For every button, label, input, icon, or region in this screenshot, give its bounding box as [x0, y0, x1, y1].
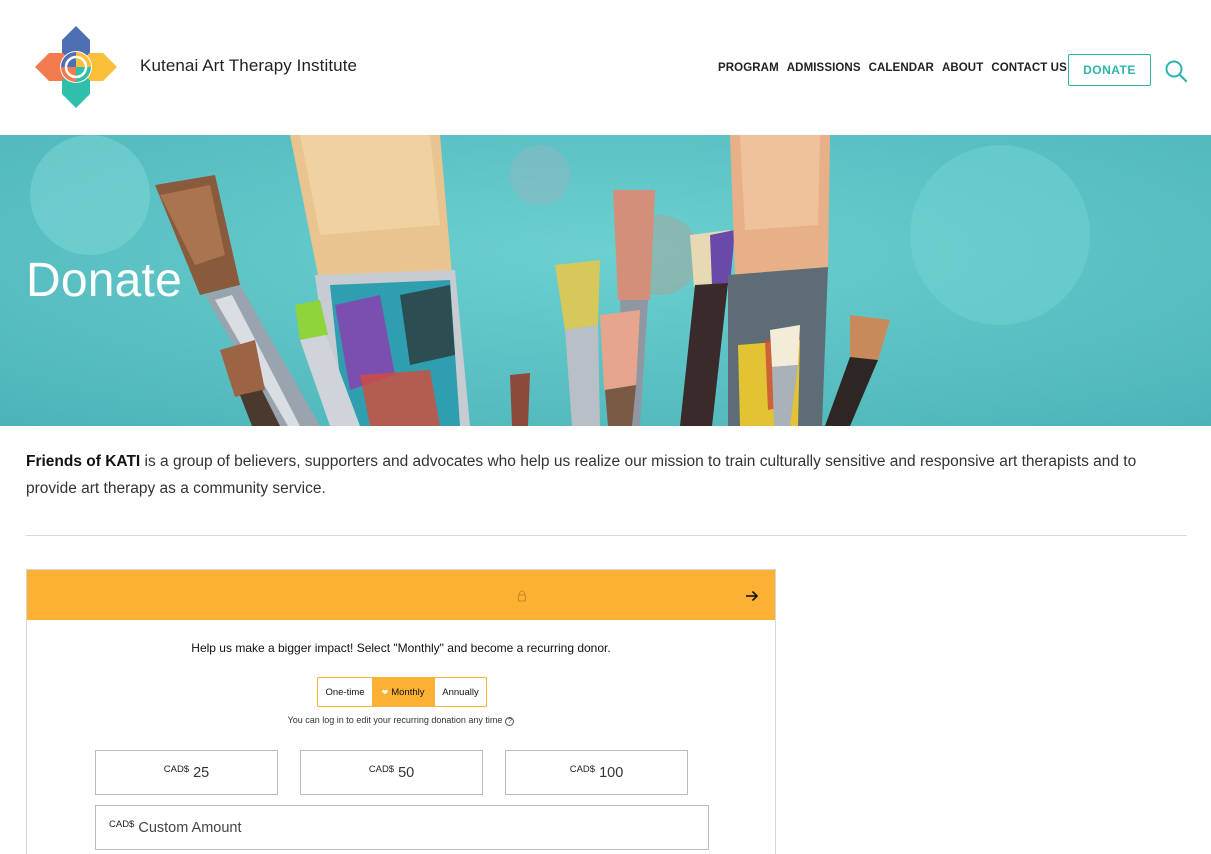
intro-bold: Friends of KATI — [26, 453, 141, 470]
page-title: Donate — [26, 254, 182, 307]
amount-value: 25 — [193, 764, 210, 781]
frequency-monthly[interactable]: ❤ Monthly — [372, 678, 434, 706]
frequency-one-time[interactable]: One-time — [318, 678, 372, 706]
frequency-toggle: One-time ❤ Monthly Annually — [317, 677, 487, 707]
custom-amount-placeholder: Custom Amount — [138, 819, 242, 836]
heart-icon: ❤ — [381, 687, 389, 697]
donation-widget: Help us make a bigger impact! Select "Mo… — [26, 569, 776, 854]
arrow-right-icon[interactable] — [744, 588, 760, 604]
divider — [26, 535, 1187, 536]
site-header: Kutenai Art Therapy Institute PROGRAM AD… — [0, 0, 1211, 135]
recurring-note-text: You can log in to edit your recurring do… — [287, 715, 503, 725]
amount-option-50[interactable]: CAD$ 50 — [300, 750, 483, 795]
amount-value: 50 — [398, 764, 415, 781]
nav-item-contact-us[interactable]: CONTACT US — [991, 62, 1067, 74]
widget-header-bar — [27, 570, 775, 620]
amount-value: 100 — [599, 764, 624, 781]
hero-banner: Donate — [0, 135, 1211, 426]
site-title[interactable]: Kutenai Art Therapy Institute — [140, 56, 357, 76]
lock-icon — [517, 590, 527, 602]
currency-label: CAD$ — [368, 764, 395, 775]
info-icon[interactable]: ? — [505, 717, 515, 726]
nav-item-calendar[interactable]: CALENDAR — [869, 62, 934, 74]
help-text: Help us make a bigger impact! Select "Mo… — [191, 641, 611, 655]
frequency-one-time-label: One-time — [325, 686, 365, 698]
kati-logo[interactable] — [33, 24, 119, 110]
amount-option-25[interactable]: CAD$ 25 — [95, 750, 278, 795]
currency-label: CAD$ — [569, 764, 596, 775]
donate-button[interactable]: DONATE — [1068, 54, 1151, 86]
intro-text: is a group of believers, supporters and … — [26, 453, 1137, 497]
intro-paragraph: Friends of KATI is a group of believers,… — [26, 448, 1186, 502]
nav-item-admissions[interactable]: ADMISSIONS — [787, 62, 861, 74]
search-icon[interactable] — [1164, 59, 1188, 83]
amount-option-100[interactable]: CAD$ 100 — [505, 750, 688, 795]
currency-label: CAD$ — [163, 764, 190, 775]
nav-item-about[interactable]: ABOUT — [942, 62, 983, 74]
recurring-note: You can log in to edit your recurring do… — [27, 715, 775, 726]
frequency-annually[interactable]: Annually — [434, 678, 486, 706]
nav-item-program[interactable]: PROGRAM — [718, 62, 779, 74]
custom-amount-input[interactable]: CAD$ Custom Amount — [95, 805, 709, 850]
main-nav: PROGRAM ADMISSIONS CALENDAR ABOUT CONTAC… — [718, 62, 1075, 74]
frequency-monthly-label: Monthly — [391, 686, 425, 698]
frequency-annually-label: Annually — [442, 686, 479, 698]
currency-label: CAD$ — [109, 819, 135, 830]
